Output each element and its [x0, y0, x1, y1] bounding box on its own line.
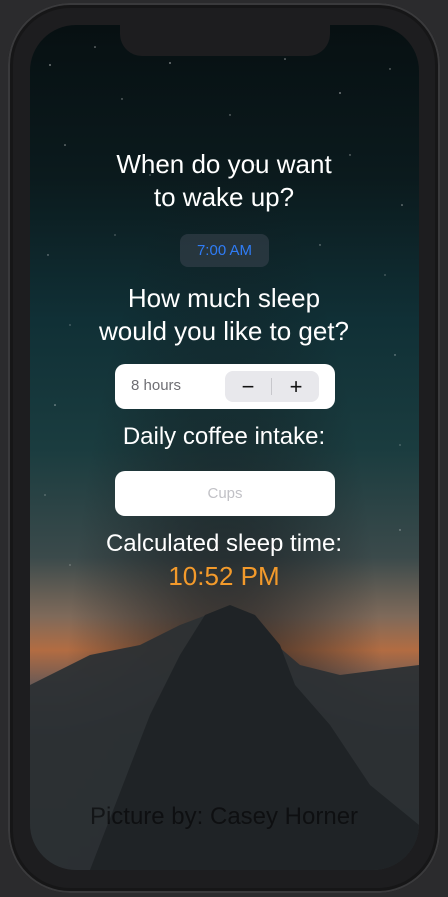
stepper-divider [271, 378, 272, 395]
phone-notch [120, 18, 330, 56]
sleep-stepper: 8 hours − + [115, 364, 335, 409]
wake-time-value: 7:00 AM [196, 242, 253, 259]
plus-icon: + [289, 373, 303, 399]
wake-up-heading-line2: to wake up? [153, 182, 295, 212]
sleep-heading-line2: would you like to get? [98, 316, 350, 346]
decrement-button[interactable]: − [225, 371, 271, 402]
wake-up-heading: When do you want to wake up? [0, 148, 448, 214]
wake-up-heading-line1: When do you want [116, 149, 332, 179]
sleep-heading-line1: How much sleep [127, 283, 321, 313]
stepper-control: − + [225, 371, 319, 402]
sleep-amount-heading: How much sleep would you like to get? [0, 282, 448, 348]
calculated-sleep-time: 10:52 PM [168, 561, 280, 591]
calculated-sleep-label: Calculated sleep time: [105, 530, 343, 557]
increment-button[interactable]: + [273, 371, 319, 402]
coffee-intake-label: Daily coffee intake: [122, 423, 326, 450]
sleep-amount-value: 8 hours [131, 377, 182, 394]
minus-icon: − [241, 373, 255, 399]
photo-credit: Picture by: Casey Horner [89, 803, 359, 830]
wake-time-picker[interactable]: 7:00 AM [180, 234, 269, 267]
coffee-cups-input[interactable] [115, 471, 335, 516]
